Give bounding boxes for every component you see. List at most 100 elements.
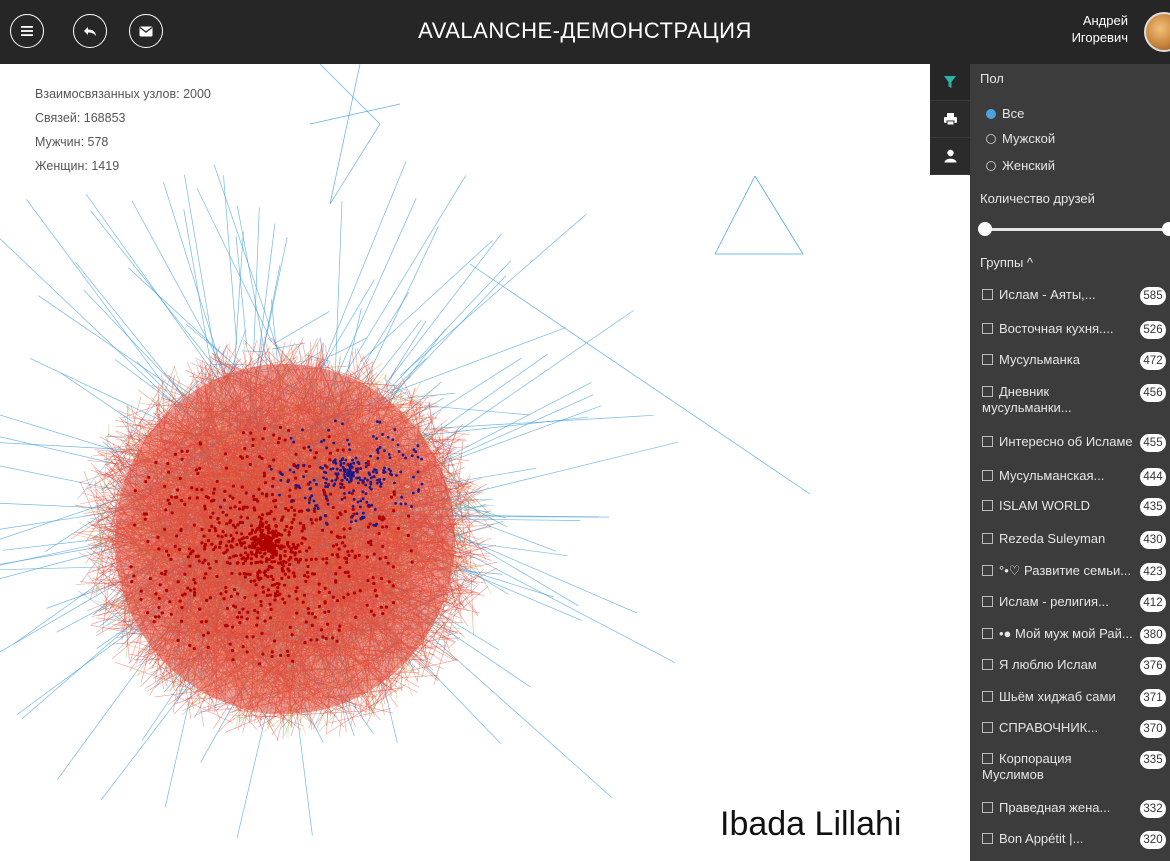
tab-print[interactable] [930, 101, 970, 138]
graph-node [203, 504, 207, 508]
group-item[interactable]: •● Мой муж мой Рай... 380 [982, 626, 1170, 644]
gender-option-female[interactable]: Женский [986, 158, 1055, 173]
group-label: Корпорация [999, 751, 1072, 766]
group-checkbox[interactable] [982, 596, 993, 607]
graph-node [338, 566, 342, 570]
graph-node [271, 536, 275, 540]
graph-node [257, 578, 261, 582]
tab-filter[interactable] [930, 64, 970, 101]
graph-node [313, 615, 317, 619]
graph-node [224, 623, 228, 628]
graph-node [238, 621, 242, 625]
graph-node [203, 558, 207, 562]
group-item[interactable]: Мусульманская... 444 [982, 468, 1170, 486]
graph-node [393, 428, 397, 431]
graph-node [253, 508, 257, 512]
friends-slider-min-handle[interactable] [978, 222, 992, 236]
graph-node [358, 505, 362, 509]
friends-slider-track[interactable] [984, 228, 1170, 231]
avatar[interactable] [1144, 12, 1170, 52]
graph-node [238, 541, 243, 545]
graph-node [342, 473, 346, 476]
graph-node [303, 640, 307, 645]
friends-slider-max-handle[interactable] [1162, 222, 1170, 236]
graph-node [233, 505, 237, 509]
graph-node [139, 597, 143, 602]
graph-node [380, 525, 385, 529]
graph-node [241, 607, 245, 611]
graph-node [321, 557, 325, 561]
graph-node [302, 463, 306, 467]
graph-node [289, 526, 293, 530]
group-item[interactable]: Ислам - религия... 412 [982, 594, 1170, 612]
graph-node [170, 511, 174, 515]
graph-node [283, 583, 287, 587]
group-item[interactable]: Восточная кухня.... 526 [982, 321, 1170, 339]
group-checkbox[interactable] [982, 500, 993, 511]
graph-node [273, 583, 277, 587]
group-checkbox[interactable] [982, 659, 993, 670]
group-checkbox[interactable] [982, 628, 993, 639]
graph-node [278, 425, 283, 430]
radio-icon[interactable] [986, 133, 996, 144]
graph-node [244, 491, 248, 495]
graph-node [275, 539, 279, 543]
graph-node [234, 554, 238, 558]
graph-node [368, 522, 372, 526]
user-name[interactable]: Андрей Игоревич [1072, 12, 1128, 46]
group-item[interactable]: Мусульманка 472 [982, 352, 1170, 370]
tab-user[interactable] [930, 138, 970, 175]
group-checkbox[interactable] [982, 833, 993, 844]
group-checkbox[interactable] [982, 753, 993, 764]
group-item[interactable]: СПРАВОЧНИК... 370 [982, 720, 1170, 738]
group-item[interactable]: Ислам - Аяты,... 585 [982, 287, 1170, 305]
group-checkbox[interactable] [982, 565, 993, 576]
group-checkbox[interactable] [982, 533, 993, 544]
graph-node [348, 526, 352, 531]
group-item[interactable]: Шьём хиджаб сами 371 [982, 689, 1170, 707]
group-label: Шьём хиджаб сами [999, 689, 1116, 704]
group-count-badge: 585 [1140, 287, 1166, 305]
gender-option-all[interactable]: Все [986, 106, 1024, 121]
graph-node [307, 501, 311, 505]
gender-option-male[interactable]: Мужской [986, 131, 1055, 146]
group-checkbox[interactable] [982, 289, 993, 300]
graph-node [266, 531, 271, 535]
group-item[interactable]: Я люблю Ислам 376 [982, 657, 1170, 675]
graph-node [204, 572, 208, 576]
group-checkbox[interactable] [982, 323, 993, 334]
group-item[interactable]: Rezeda Suleyman 430 [982, 531, 1170, 549]
group-item[interactable]: Корпорация Муслимов 335 [982, 751, 1170, 783]
radio-selected-icon[interactable] [986, 108, 996, 119]
group-item[interactable]: ISLAM WORLD 435 [982, 498, 1170, 516]
group-checkbox[interactable] [982, 354, 993, 365]
graph-node [372, 581, 376, 586]
graph-node [399, 502, 403, 506]
graph-node [219, 592, 223, 596]
radio-icon[interactable] [986, 160, 996, 171]
graph-node [387, 580, 391, 584]
graph-node [361, 511, 365, 515]
graph-node [411, 491, 415, 495]
graph-node [268, 464, 272, 468]
group-checkbox[interactable] [982, 436, 993, 447]
graph-node [309, 517, 313, 522]
group-checkbox[interactable] [982, 691, 993, 702]
graph-node [166, 553, 171, 557]
graph-node [406, 514, 411, 518]
group-item[interactable]: Интересно об Исламе 455 [982, 434, 1170, 452]
group-checkbox[interactable] [982, 470, 993, 481]
group-checkbox[interactable] [982, 386, 993, 397]
group-item[interactable]: Bon Appétit |... 320 [982, 831, 1170, 849]
graph-node [342, 595, 346, 599]
group-item[interactable]: Дневник мусульманки... 456 [982, 384, 1170, 416]
group-item[interactable]: Праведная жена... 332 [982, 800, 1170, 818]
network-graph[interactable] [0, 64, 930, 861]
group-checkbox[interactable] [982, 802, 993, 813]
graph-node [324, 636, 328, 641]
graph-node [243, 595, 247, 600]
groups-toggle[interactable]: Группы ^ [980, 255, 1033, 270]
group-checkbox[interactable] [982, 722, 993, 733]
graph-node [354, 456, 358, 460]
group-item[interactable]: °•♡ Развитие семьи... 423 [982, 563, 1170, 581]
